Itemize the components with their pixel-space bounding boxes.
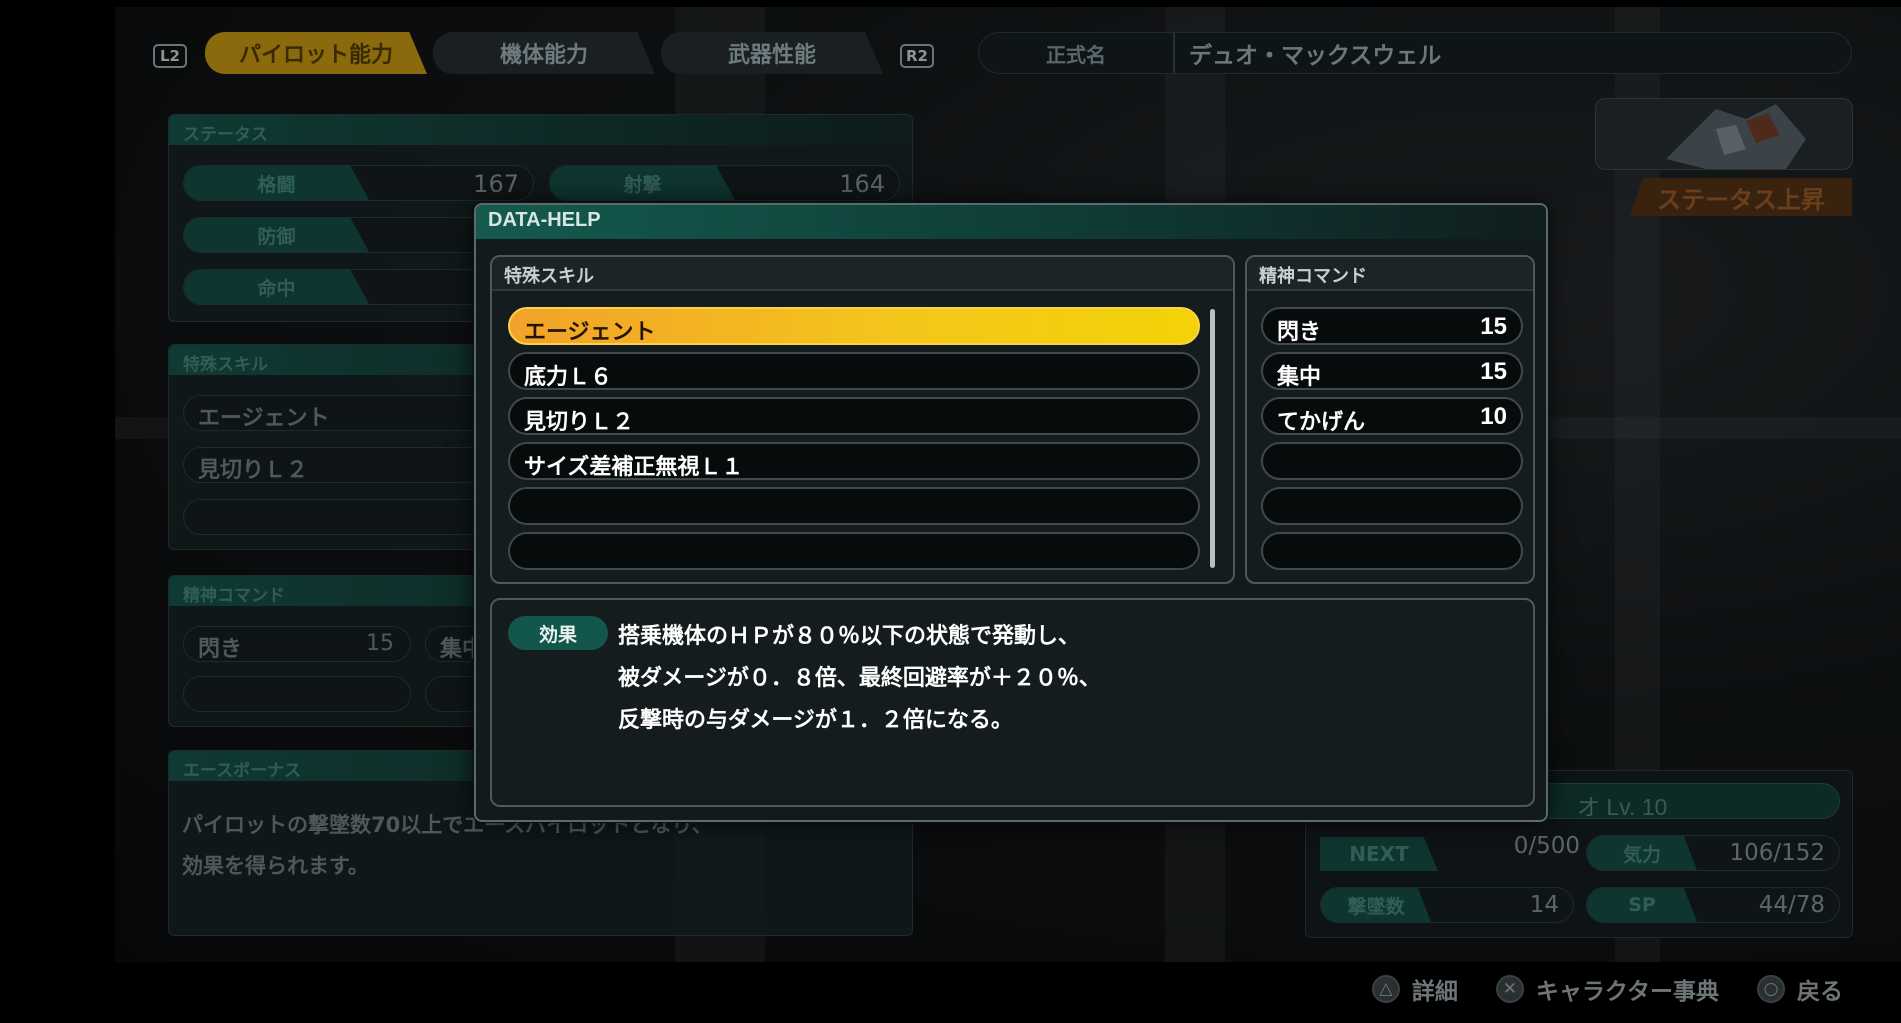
spirit-cost: 10 xyxy=(1480,403,1507,430)
status-up-banner: ステータス上昇 xyxy=(1630,178,1852,216)
spirit-name: 閃き xyxy=(198,637,243,662)
r2-button-icon[interactable]: R2 xyxy=(900,44,934,68)
skill-slot xyxy=(183,499,513,535)
spirit-name: 閃き xyxy=(1277,320,1322,345)
cross-button-icon: ✕ xyxy=(1495,975,1524,1003)
skill-item[interactable]: サイズ差補正無視Ｌ１ xyxy=(508,442,1200,480)
spirit-commands-title: 精神コマンド xyxy=(1247,257,1533,291)
stat-label: 命中 xyxy=(184,270,369,304)
stat-label: 射撃 xyxy=(550,166,735,200)
spirit-slot xyxy=(183,676,411,712)
unit-portrait xyxy=(1595,98,1853,170)
pilot-level: オ Lv. 10 xyxy=(1577,794,1668,820)
skill-item-empty[interactable] xyxy=(508,487,1200,525)
spirit-item[interactable]: 集中 15 xyxy=(1261,352,1523,390)
next-exp: NEXT 0/500 xyxy=(1320,833,1580,871)
tab-pilot-ability[interactable]: パイロット能力 xyxy=(205,32,427,74)
hint-detail[interactable]: △ 詳細 xyxy=(1371,972,1458,1006)
button-hints: △ 詳細 ✕ キャラクター事典 ○ 戻る xyxy=(1350,972,1843,1006)
special-skills-box: 特殊スキル エージェント 底力Ｌ６ 見切りＬ２ サイズ差補正無視Ｌ１ xyxy=(490,255,1235,584)
spirit-cost: 15 xyxy=(1480,313,1507,340)
spirit-item-empty[interactable] xyxy=(1261,442,1523,480)
skill-slot: エージェント xyxy=(183,395,513,431)
sp-stat: SP 44/78 xyxy=(1586,887,1840,923)
l2-button-icon[interactable]: L2 xyxy=(153,44,187,68)
effect-text-line: 反撃時の与ダメージが１．２倍になる。 xyxy=(618,708,1013,733)
spirit-item-empty[interactable] xyxy=(1261,487,1523,525)
data-help-modal: DATA-HELP 特殊スキル エージェント 底力Ｌ６ 見切りＬ２ サイズ差補正… xyxy=(474,203,1548,822)
spirit-name: 集中 xyxy=(1277,365,1322,390)
sp-value: 44/78 xyxy=(1758,892,1825,918)
modal-title: DATA-HELP xyxy=(476,205,1546,239)
spirit-cost: 15 xyxy=(1480,358,1507,385)
stat-value: 167 xyxy=(473,170,519,198)
spirit-item[interactable]: 閃き 15 xyxy=(1261,307,1523,345)
status-panel-title: ステータス xyxy=(169,115,912,145)
official-name-value: デュオ・マックスウェル xyxy=(1189,43,1442,69)
skill-slot: 見切りＬ２ xyxy=(183,447,513,483)
effect-text-line: 被ダメージが０．８倍、最終回避率が＋２０％、 xyxy=(618,666,1101,691)
stat-label: 防御 xyxy=(184,218,369,252)
kiryoku-label: 気力 xyxy=(1587,836,1697,870)
tab-unit-ability[interactable]: 機体能力 xyxy=(433,32,655,74)
spirit-commands-box: 精神コマンド 閃き 15 集中 15 てかげん 10 xyxy=(1245,255,1535,584)
skill-item-agent[interactable]: エージェント xyxy=(508,307,1200,345)
stat-value: 164 xyxy=(839,170,885,198)
skill-item[interactable]: 底力Ｌ６ xyxy=(508,352,1200,390)
spirit-item[interactable]: てかげん 10 xyxy=(1261,397,1523,435)
skills-scrollbar[interactable] xyxy=(1210,309,1215,568)
special-skills-title: 特殊スキル xyxy=(492,257,1233,291)
kills-value: 14 xyxy=(1529,892,1559,918)
official-name-bar: 正式名 デュオ・マックスウェル xyxy=(978,32,1852,74)
triangle-button-icon: △ xyxy=(1371,975,1400,1003)
hint-label: 戻る xyxy=(1797,979,1843,1005)
kiryoku-value: 106/152 xyxy=(1729,840,1825,866)
effect-label: 効果 xyxy=(508,616,608,650)
stat-label: 格闘 xyxy=(184,166,369,200)
next-value: 0/500 xyxy=(1513,833,1580,859)
stat-melee: 格闘 167 xyxy=(183,165,534,201)
hint-back[interactable]: ○ 戻る xyxy=(1757,972,1843,1006)
kills-stat: 撃墜数 14 xyxy=(1320,887,1574,923)
skill-item-empty[interactable] xyxy=(508,532,1200,570)
kills-label: 撃墜数 xyxy=(1321,888,1431,922)
tab-weapon-performance[interactable]: 武器性能 xyxy=(661,32,883,74)
circle-button-icon: ○ xyxy=(1757,975,1785,1003)
stat-shooting: 射撃 164 xyxy=(549,165,900,201)
sp-label: SP xyxy=(1587,888,1697,922)
skill-item[interactable]: 見切りＬ２ xyxy=(508,397,1200,435)
spirit-name: てかげん xyxy=(1277,410,1366,435)
kiryoku-stat: 気力 106/152 xyxy=(1586,835,1840,871)
hint-character-dictionary[interactable]: ✕ キャラクター事典 xyxy=(1495,972,1719,1006)
hint-label: キャラクター事典 xyxy=(1535,979,1719,1005)
ace-bonus-line: 効果を得られます。 xyxy=(182,854,369,878)
hint-label: 詳細 xyxy=(1411,979,1458,1005)
official-name-label: 正式名 xyxy=(979,33,1175,73)
next-label: NEXT xyxy=(1320,837,1438,871)
effect-box: 効果 搭乗機体のＨＰが８０％以下の状態で発動し、 被ダメージが０．８倍、最終回避… xyxy=(490,598,1535,807)
spirit-slot: 閃き 15 xyxy=(183,626,411,662)
spirit-item-empty[interactable] xyxy=(1261,532,1523,570)
effect-text-line: 搭乗機体のＨＰが８０％以下の状態で発動し、 xyxy=(618,624,1081,649)
spirit-cost: 15 xyxy=(366,631,394,656)
